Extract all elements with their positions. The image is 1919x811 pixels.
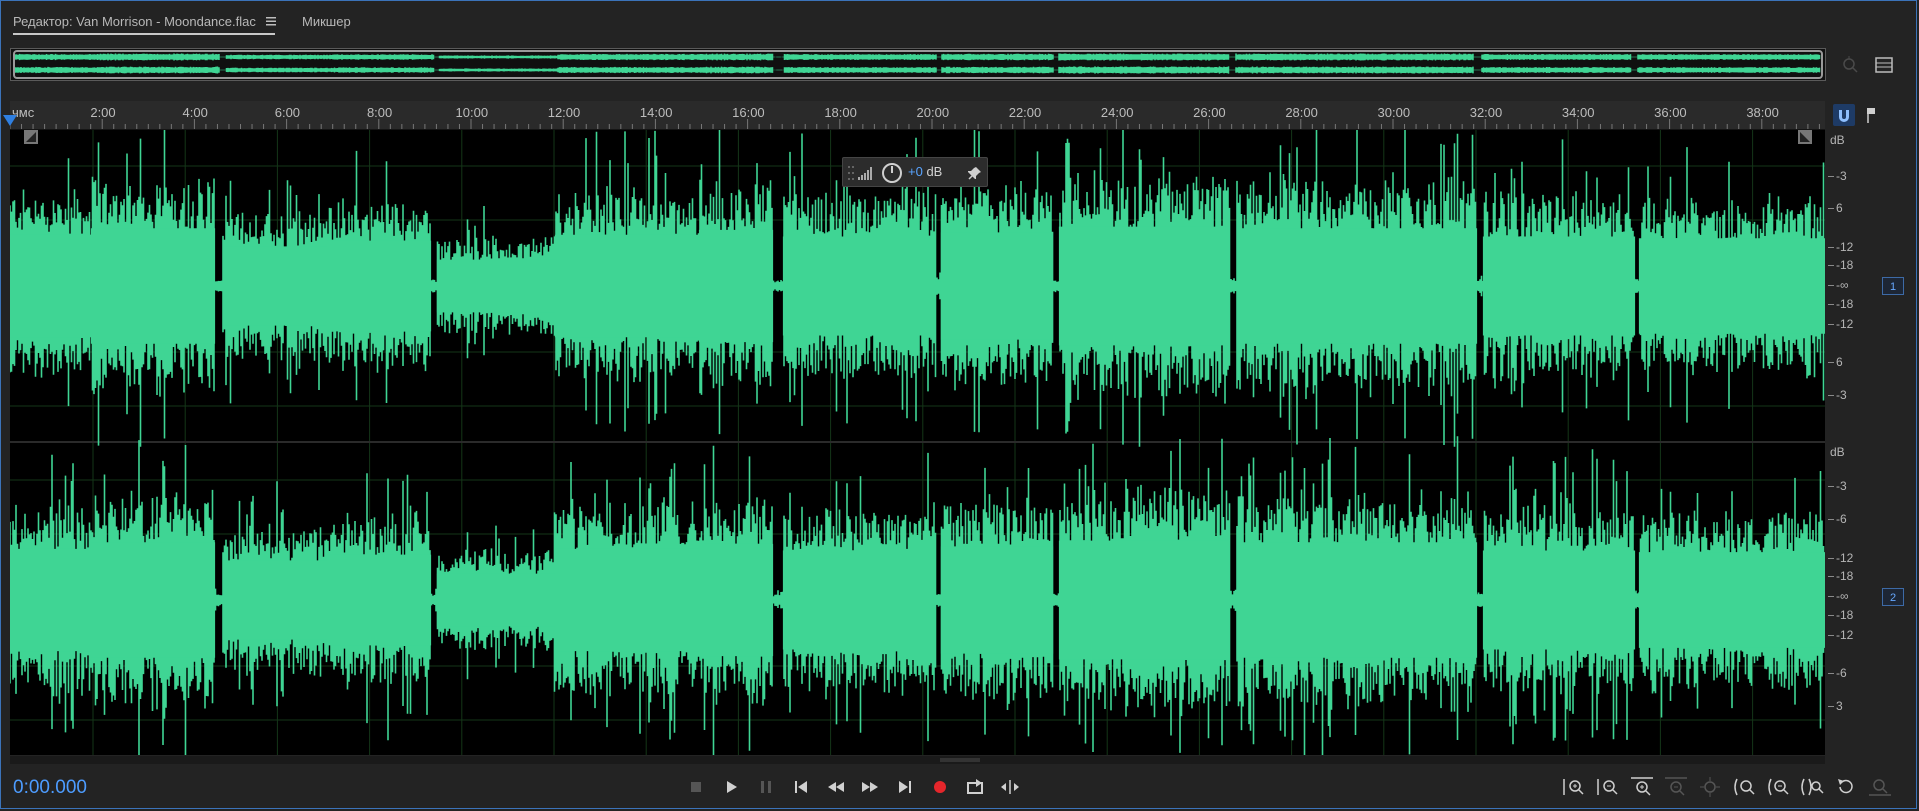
amplitude-scale[interactable]: -3 6 -12 -18 -∞ -18 -12 6 -3 -3 -6 -12 -18 -∞ -18 -12 -6… [1826, 130, 1906, 755]
channel-2-badge[interactable]: 2 [1882, 588, 1904, 606]
volume-value[interactable]: +0 dB [908, 164, 942, 179]
ruler-label: 28:00 [1285, 105, 1318, 120]
db-label: -12 [1836, 551, 1854, 565]
fade-in-handle-icon[interactable] [24, 130, 38, 144]
horizontal-scrollbar[interactable] [10, 756, 1825, 764]
db-label: -3 [1836, 479, 1847, 493]
record-icon[interactable] [927, 775, 953, 799]
ruler-label: 32:00 [1469, 105, 1503, 120]
zoom-full-icon[interactable] [1866, 775, 1894, 799]
panel-menu-icon[interactable] [265, 15, 277, 27]
ruler-label: 14:00 [639, 105, 673, 120]
db-label: 6 [1836, 201, 1843, 215]
ruler-label: 26:00 [1193, 105, 1226, 120]
db-label: 6 [1836, 355, 1843, 369]
db-unit-label: dB [1830, 133, 1845, 147]
zoom-in-right-icon[interactable] [1764, 775, 1792, 799]
ruler-label: 8:00 [366, 105, 393, 120]
ruler-label: 12:00 [547, 105, 581, 120]
zoom-in-time-icon[interactable] [1628, 775, 1656, 799]
snap-magnet-icon[interactable] [1833, 104, 1855, 126]
ruler-label: 36:00 [1654, 105, 1687, 120]
fade-out-handle-icon[interactable] [1798, 130, 1812, 144]
zoom-in-amplitude-icon[interactable] [1560, 775, 1588, 799]
ruler-label: 20:00 [916, 105, 950, 120]
volume-hud[interactable]: +0 dB [842, 157, 988, 187]
db-label: -∞ [1836, 278, 1849, 292]
db-label: -18 [1836, 608, 1854, 622]
skip-selection-icon[interactable] [997, 775, 1023, 799]
zoom-fit-icon[interactable] [1696, 775, 1724, 799]
skip-end-icon[interactable] [892, 775, 918, 799]
volume-unit: dB [926, 164, 943, 179]
ruler-label: 2:00 [90, 105, 116, 120]
db-label: 3 [1836, 699, 1843, 713]
volume-knob-icon[interactable] [881, 162, 903, 184]
db-label: -6 [1836, 666, 1847, 680]
db-label: -3 [1836, 169, 1847, 183]
panel-tabs: Редактор: Van Morrison - Moondance.flac … [0, 0, 1919, 44]
rewind-icon[interactable] [823, 775, 849, 799]
pin-hud-icon[interactable] [967, 165, 983, 181]
volume-number: +0 [908, 164, 923, 179]
ruler-label: 34:00 [1561, 105, 1595, 120]
playhead-marker[interactable] [3, 115, 17, 126]
ruler-label: 16:00 [732, 105, 765, 120]
db-label: -12 [1836, 317, 1854, 331]
play-icon[interactable] [718, 775, 744, 799]
level-meter-icon [858, 167, 872, 180]
zoom-navigator-icon[interactable] [1840, 55, 1860, 75]
stop-icon[interactable] [683, 775, 709, 799]
time-display[interactable]: 0:00.000 [13, 777, 87, 799]
waveform-display[interactable] [10, 130, 1825, 755]
tab-editor[interactable]: Редактор: Van Morrison - Moondance.flac [13, 14, 256, 29]
zoom-out-time-icon[interactable] [1662, 775, 1690, 799]
ruler-label: 30:00 [1377, 105, 1411, 120]
zoom-selection-icon[interactable] [1798, 775, 1826, 799]
time-ruler[interactable]: чмс 2:00 4:00 6:00 8:00 10:00 12:00 14:00 16:00… [10, 101, 1825, 130]
ruler-label: 24:00 [1100, 105, 1134, 120]
ruler-label: 4:00 [182, 105, 208, 120]
db-label: -∞ [1836, 589, 1849, 603]
skip-start-icon[interactable] [788, 775, 814, 799]
ruler-label: 10:00 [455, 105, 489, 120]
waveform-channels [10, 130, 1825, 755]
channel-1-badge[interactable]: 1 [1882, 277, 1904, 295]
db-label: -18 [1836, 297, 1854, 311]
waveform-overview[interactable] [10, 48, 1826, 81]
db-label: -18 [1836, 258, 1854, 272]
scrollbar-thumb[interactable] [940, 758, 980, 762]
hud-grip-icon[interactable] [847, 164, 855, 182]
zoom-in-left-icon[interactable] [1730, 775, 1758, 799]
fast-forward-icon[interactable] [857, 775, 883, 799]
ruler-label: 18:00 [824, 105, 857, 120]
loop-icon[interactable] [962, 775, 988, 799]
ruler-label: 22:00 [1008, 105, 1042, 120]
marker-pin-icon[interactable] [1860, 104, 1882, 126]
overview-view-window[interactable] [13, 50, 1823, 79]
ruler-label: 6:00 [274, 105, 301, 120]
db-label: -12 [1836, 628, 1854, 642]
pause-icon[interactable] [753, 775, 779, 799]
active-tab-indicator [13, 33, 275, 35]
tab-mixer[interactable]: Микшер [302, 14, 351, 29]
ruler-label: 38:00 [1746, 105, 1779, 120]
db-label: -18 [1836, 569, 1854, 583]
db-label: -6 [1836, 512, 1847, 526]
spectral-view-icon[interactable] [1874, 55, 1894, 75]
zoom-reset-icon[interactable] [1832, 775, 1860, 799]
db-label: -3 [1836, 388, 1847, 402]
zoom-out-amplitude-icon[interactable] [1594, 775, 1622, 799]
zoom-controls [1560, 775, 1915, 799]
transport-controls [683, 775, 1023, 799]
db-unit-label: dB [1830, 445, 1845, 459]
db-label: -12 [1836, 240, 1854, 254]
